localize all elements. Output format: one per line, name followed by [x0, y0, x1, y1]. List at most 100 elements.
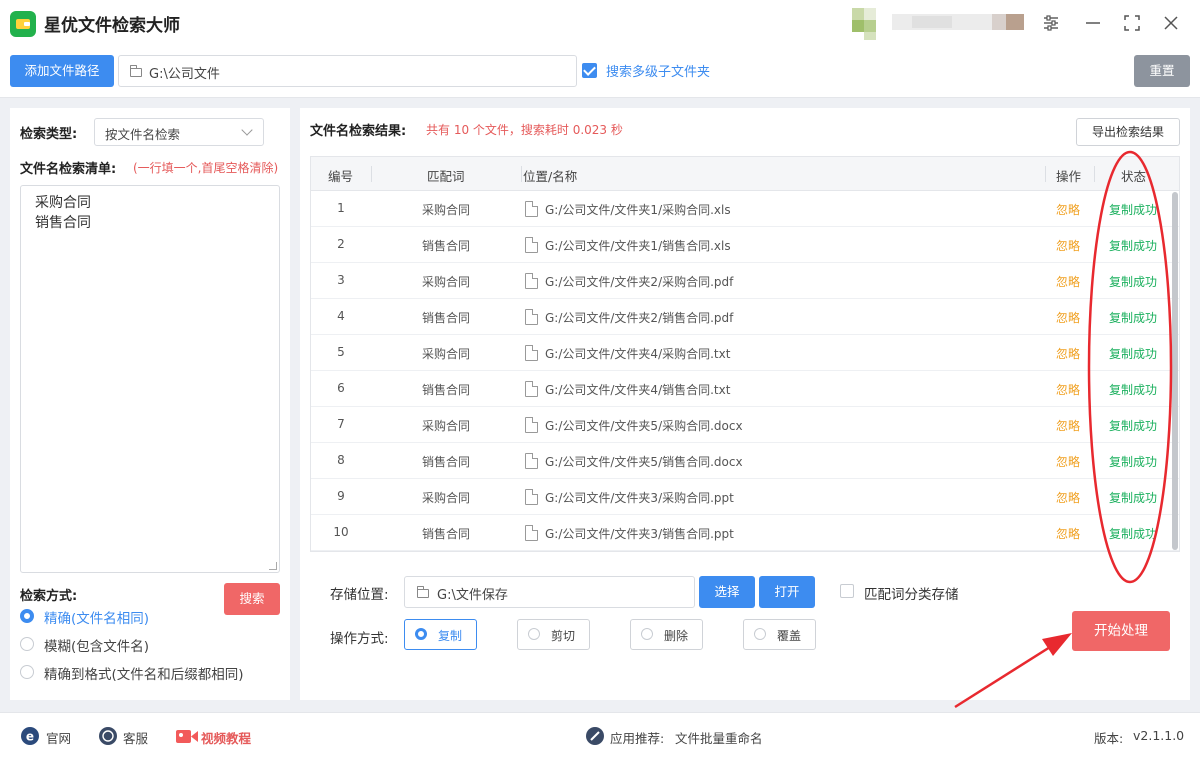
storage-path-input[interactable]: G:\文件保存 [404, 576, 695, 608]
chevron-down-icon [241, 124, 253, 136]
link-icon [586, 727, 604, 745]
table-scrollbar[interactable] [1172, 192, 1178, 550]
operation-overwrite-label: 覆盖 [777, 629, 802, 643]
file-icon [525, 345, 538, 361]
results-table: 编号 匹配词 位置/名称 操作 状态 1 采购合同 G:/公司文件/文件夹1/采购合… [310, 156, 1180, 552]
row-file-path[interactable]: G:/公司文件/文件夹1/销售合同.xls [545, 237, 731, 254]
row-file-path[interactable]: G:/公司文件/文件夹3/采购合同.ppt [545, 489, 734, 506]
file-icon [525, 453, 538, 469]
search-type-select[interactable]: 按文件名检索 [94, 118, 264, 146]
file-icon [525, 417, 538, 433]
row-ignore-action[interactable]: 忽略 [1043, 453, 1093, 470]
radio-selected [20, 609, 34, 623]
table-row[interactable]: 9 采购合同 G:/公司文件/文件夹3/采购合同.ppt 忽略 复制成功 [311, 479, 1179, 515]
row-status: 复制成功 [1108, 419, 1157, 433]
table-row[interactable]: 1 采购合同 G:/公司文件/文件夹1/采购合同.xls 忽略 复制成功 [311, 191, 1179, 227]
row-ignore-action[interactable]: 忽略 [1043, 237, 1093, 254]
row-file-path[interactable]: G:/公司文件/文件夹3/销售合同.ppt [545, 525, 734, 542]
row-file-path[interactable]: G:/公司文件/文件夹4/采购合同.txt [545, 345, 730, 362]
version-label: 版本: [1094, 731, 1124, 746]
table-row[interactable]: 4 销售合同 G:/公司文件/文件夹2/销售合同.pdf 忽略 复制成功 [311, 299, 1179, 335]
row-status: 复制成功 [1108, 527, 1157, 541]
choose-folder-button[interactable]: 选择 [699, 576, 755, 608]
keyword-line: 销售合同 [35, 215, 91, 231]
table-header: 编号 匹配词 位置/名称 操作 状态 [311, 157, 1179, 191]
open-folder-button[interactable]: 打开 [759, 576, 815, 608]
operation-delete-option[interactable]: 删除 [630, 619, 703, 650]
subfolder-checkbox[interactable] [582, 63, 597, 78]
operation-cut-option[interactable]: 剪切 [517, 619, 590, 650]
export-results-button[interactable]: 导出检索结果 [1076, 118, 1180, 146]
row-ignore-action[interactable]: 忽略 [1043, 345, 1093, 362]
row-status: 复制成功 [1108, 383, 1157, 397]
row-file-path[interactable]: G:/公司文件/文件夹2/销售合同.pdf [545, 309, 733, 326]
row-ignore-action[interactable]: 忽略 [1043, 417, 1093, 434]
toolbar: 添加文件路径 G:\公司文件 搜索多级子文件夹 重置 [0, 46, 1200, 98]
search-button[interactable]: 搜索 [224, 583, 280, 615]
video-tutorial-link[interactable]: 视频教程 [201, 728, 251, 747]
row-status: 复制成功 [1108, 491, 1157, 505]
row-ignore-action[interactable]: 忽略 [1043, 381, 1093, 398]
column-header-num[interactable]: 编号 [328, 166, 353, 185]
table-row[interactable]: 3 采购合同 G:/公司文件/文件夹2/采购合同.pdf 忽略 复制成功 [311, 263, 1179, 299]
search-type-value: 按文件名检索 [105, 127, 181, 142]
search-method-label: 检索方式: [20, 589, 78, 604]
row-ignore-action[interactable]: 忽略 [1043, 489, 1093, 506]
settings-sliders-icon[interactable] [1037, 9, 1065, 37]
app-title: 星优文件检索大师 [44, 16, 180, 36]
table-row[interactable]: 2 销售合同 G:/公司文件/文件夹1/销售合同.xls 忽略 复制成功 [311, 227, 1179, 263]
version-value: v2.1.1.0 [1133, 728, 1185, 743]
keyword-list-label: 文件名检索清单: [20, 162, 117, 177]
row-ignore-action[interactable]: 忽略 [1043, 273, 1093, 290]
file-icon [525, 273, 538, 289]
maximize-icon[interactable] [1118, 9, 1146, 37]
folder-icon [130, 65, 142, 77]
ie-icon[interactable]: e [21, 727, 39, 745]
close-icon[interactable] [1157, 9, 1185, 37]
column-header-status[interactable]: 状态 [1121, 166, 1146, 185]
table-row[interactable]: 5 采购合同 G:/公司文件/文件夹4/采购合同.txt 忽略 复制成功 [311, 335, 1179, 371]
chat-icon[interactable] [99, 727, 117, 745]
column-header-path[interactable]: 位置/名称 [523, 166, 577, 185]
row-ignore-action[interactable]: 忽略 [1043, 309, 1093, 326]
footer: e 官网 客服 视频教程 应用推荐: 文件批量重命名 版本: v2.1.1.0 [0, 712, 1200, 760]
keyword-line: 采购合同 [35, 195, 91, 211]
row-keyword: 销售合同 [421, 455, 470, 469]
column-header-keyword[interactable]: 匹配词 [427, 166, 465, 185]
website-link[interactable]: 官网 [46, 728, 71, 747]
row-ignore-action[interactable]: 忽略 [1043, 525, 1093, 542]
file-icon [525, 489, 538, 505]
column-header-op[interactable]: 操作 [1056, 166, 1081, 185]
source-path-input[interactable]: G:\公司文件 [118, 55, 577, 87]
add-path-button[interactable]: 添加文件路径 [10, 55, 114, 87]
table-row[interactable]: 10 销售合同 G:/公司文件/文件夹3/销售合同.ppt 忽略 复制成功 [311, 515, 1179, 551]
operation-copy-option[interactable]: 复制 [404, 619, 477, 650]
classify-checkbox[interactable] [840, 584, 854, 598]
row-file-path[interactable]: G:/公司文件/文件夹4/销售合同.txt [545, 381, 730, 398]
row-keyword: 销售合同 [421, 527, 470, 541]
recommend-app-link[interactable]: 文件批量重命名 [675, 728, 763, 747]
operation-overwrite-option[interactable]: 覆盖 [743, 619, 816, 650]
row-file-path[interactable]: G:/公司文件/文件夹2/采购合同.pdf [545, 273, 733, 290]
service-link[interactable]: 客服 [123, 728, 148, 747]
resize-grip[interactable] [269, 562, 277, 570]
radio-selected [415, 628, 427, 640]
row-ignore-action[interactable]: 忽略 [1043, 201, 1093, 218]
keyword-list-textarea[interactable]: 采购合同 销售合同 [20, 185, 280, 573]
video-icon[interactable] [176, 729, 198, 744]
row-file-path[interactable]: G:/公司文件/文件夹5/销售合同.docx [545, 453, 743, 470]
reset-button[interactable]: 重置 [1134, 55, 1190, 87]
start-processing-button[interactable]: 开始处理 [1072, 611, 1170, 651]
row-status: 复制成功 [1108, 275, 1157, 289]
row-number: 9 [337, 489, 345, 503]
classify-checkbox-label[interactable]: 匹配词分类存储 [864, 583, 959, 603]
file-icon [525, 525, 538, 541]
user-avatar-blurred[interactable] [852, 8, 1027, 40]
table-row[interactable]: 8 销售合同 G:/公司文件/文件夹5/销售合同.docx 忽略 复制成功 [311, 443, 1179, 479]
minimize-icon[interactable] [1079, 9, 1107, 37]
table-row[interactable]: 7 采购合同 G:/公司文件/文件夹5/采购合同.docx 忽略 复制成功 [311, 407, 1179, 443]
table-row[interactable]: 6 销售合同 G:/公司文件/文件夹4/销售合同.txt 忽略 复制成功 [311, 371, 1179, 407]
row-file-path[interactable]: G:/公司文件/文件夹1/采购合同.xls [545, 201, 731, 218]
row-file-path[interactable]: G:/公司文件/文件夹5/采购合同.docx [545, 417, 743, 434]
subfolder-checkbox-label[interactable]: 搜索多级子文件夹 [606, 61, 710, 80]
